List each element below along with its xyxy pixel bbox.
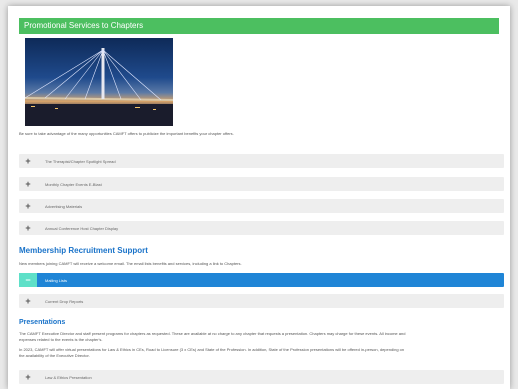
section-banner: Promotional Services to Chapters	[19, 18, 499, 34]
accordion-events-eblast[interactable]: + Monthly Chapter Events E-Blast	[19, 177, 504, 191]
plus-icon[interactable]: +	[19, 221, 37, 235]
bridge-image	[25, 38, 173, 126]
membership-heading: Membership Recruitment Support	[19, 246, 148, 255]
accordion-label: The Therapist/Chapter Spotlight Spread	[45, 158, 116, 164]
minus-icon[interactable]: −	[19, 273, 37, 287]
accordion-conference-display[interactable]: + Annual Conference Host Chapter Display	[19, 221, 504, 235]
presentations-paragraph-2b: the availability of the Executive Direct…	[19, 353, 90, 358]
plus-icon[interactable]: +	[19, 294, 37, 308]
bridge-illustration	[25, 48, 173, 126]
accordion-law-ethics[interactable]: + Law & Ethics Presentation	[19, 370, 504, 384]
accordion-label: Current Drop Reports	[45, 298, 84, 304]
intro-text: Be sure to take advantage of the many op…	[19, 131, 234, 136]
presentations-paragraph-1b: expenses related to the events is the ch…	[19, 337, 103, 342]
accordion-label: Advertising Materials	[45, 203, 83, 209]
presentations-heading: Presentations	[19, 319, 66, 326]
plus-icon[interactable]: +	[19, 177, 37, 191]
accordion-label: Monthly Chapter Events E-Blast	[45, 181, 102, 187]
accordion-label: Mailing Lists	[45, 277, 68, 283]
accordion-label: Law & Ethics Presentation	[45, 374, 92, 380]
accordion-mailing-lists[interactable]: − Mailing Lists	[19, 273, 504, 287]
accordion-advertising[interactable]: + Advertising Materials	[19, 199, 504, 213]
accordion-drop-reports[interactable]: + Current Drop Reports	[19, 294, 504, 308]
membership-text: New members joining CAMFT will receive a…	[19, 261, 242, 266]
plus-icon[interactable]: +	[19, 199, 37, 213]
page: Promotional Services to Chapters Be sure…	[8, 6, 510, 389]
accordion-spotlight[interactable]: + The Therapist/Chapter Spotlight Spread	[19, 154, 504, 168]
plus-icon[interactable]: +	[19, 154, 37, 168]
plus-icon[interactable]: +	[19, 370, 37, 384]
accordion-label: Annual Conference Host Chapter Display	[45, 225, 119, 231]
